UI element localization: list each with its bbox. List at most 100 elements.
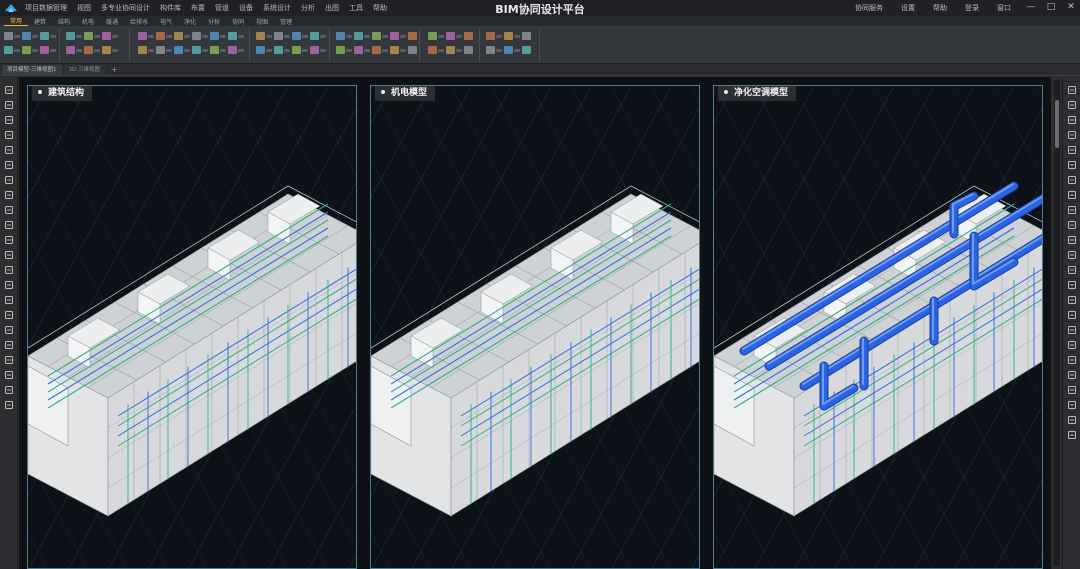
ribbon-tool-icon[interactable] bbox=[336, 46, 345, 54]
doc-tab-3d-view[interactable]: 3D 三维视图 bbox=[63, 64, 105, 75]
tool-button-icon[interactable] bbox=[4, 325, 14, 335]
ribbon-tool-icon[interactable] bbox=[504, 32, 513, 40]
right-menu-item[interactable]: 设置 bbox=[892, 3, 924, 13]
ribbon-tool-icon[interactable] bbox=[292, 46, 301, 54]
tool-button-icon[interactable] bbox=[1067, 340, 1077, 350]
ribbon-tool-icon[interactable] bbox=[156, 32, 165, 40]
close-button[interactable]: ✕ bbox=[1066, 2, 1076, 12]
ribbon-tool-icon[interactable] bbox=[256, 46, 265, 54]
ribbon-tool-icon[interactable] bbox=[522, 46, 531, 54]
tool-button-icon[interactable] bbox=[4, 85, 14, 95]
ribbon-tool-icon[interactable] bbox=[192, 46, 201, 54]
tool-button-icon[interactable] bbox=[4, 355, 14, 365]
tool-button-icon[interactable] bbox=[4, 385, 14, 395]
add-tab-button[interactable]: + bbox=[111, 65, 118, 74]
ribbon-tool-icon[interactable] bbox=[354, 46, 363, 54]
doc-tab-model[interactable]: 项目模型-三维视图1 bbox=[2, 64, 62, 75]
ribbon-tool-icon[interactable] bbox=[372, 32, 381, 40]
ribbon-tool-icon[interactable] bbox=[156, 46, 165, 54]
scroll-thumb[interactable] bbox=[1055, 100, 1059, 148]
tool-button-icon[interactable] bbox=[1067, 310, 1077, 320]
tool-button-icon[interactable] bbox=[1067, 130, 1077, 140]
ribbon-tool-icon[interactable] bbox=[390, 32, 399, 40]
ribbon-tool-icon[interactable] bbox=[40, 32, 49, 40]
tool-button-icon[interactable] bbox=[1067, 205, 1077, 215]
ribbon-tool-icon[interactable] bbox=[174, 32, 183, 40]
tool-button-icon[interactable] bbox=[4, 280, 14, 290]
ribbon-tab[interactable]: 暖通 bbox=[100, 17, 124, 26]
ribbon-tab[interactable]: 视图 bbox=[250, 17, 274, 26]
tool-button-icon[interactable] bbox=[1067, 385, 1077, 395]
ribbon-tool-icon[interactable] bbox=[446, 32, 455, 40]
tool-button-icon[interactable] bbox=[1067, 400, 1077, 410]
menu-item[interactable]: 管道 bbox=[210, 3, 234, 13]
menu-item[interactable]: 布置 bbox=[186, 3, 210, 13]
ribbon-tab[interactable]: 协同 bbox=[226, 17, 250, 26]
tool-button-icon[interactable] bbox=[4, 175, 14, 185]
ribbon-tool-icon[interactable] bbox=[372, 46, 381, 54]
ribbon-tool-icon[interactable] bbox=[486, 32, 495, 40]
ribbon-tool-icon[interactable] bbox=[40, 46, 49, 54]
tool-button-icon[interactable] bbox=[4, 400, 14, 410]
panel-mep-model[interactable]: 机电模型 bbox=[370, 85, 700, 569]
ribbon-tool-icon[interactable] bbox=[446, 46, 455, 54]
ribbon-tool-icon[interactable] bbox=[4, 32, 13, 40]
menu-item[interactable]: 多专业协同设计 bbox=[96, 3, 155, 13]
ribbon-tool-icon[interactable] bbox=[210, 46, 219, 54]
tool-button-icon[interactable] bbox=[1067, 265, 1077, 275]
tool-button-icon[interactable] bbox=[1067, 160, 1077, 170]
right-menu-item[interactable]: 窗口 bbox=[988, 3, 1020, 13]
ribbon-tool-icon[interactable] bbox=[210, 32, 219, 40]
tool-button-icon[interactable] bbox=[1067, 145, 1077, 155]
menu-item[interactable]: 出图 bbox=[320, 3, 344, 13]
3d-viewport[interactable]: 建筑结构 机电模型 净化空调模型 bbox=[19, 77, 1051, 569]
ribbon-tool-icon[interactable] bbox=[354, 32, 363, 40]
ribbon-tool-icon[interactable] bbox=[504, 46, 513, 54]
tool-button-icon[interactable] bbox=[1067, 325, 1077, 335]
ribbon-tool-icon[interactable] bbox=[102, 46, 111, 54]
tool-button-icon[interactable] bbox=[4, 130, 14, 140]
panel-clean-hvac-model[interactable]: 净化空调模型 bbox=[713, 85, 1043, 569]
tool-button-icon[interactable] bbox=[4, 310, 14, 320]
tool-button-icon[interactable] bbox=[1067, 235, 1077, 245]
ribbon-tool-icon[interactable] bbox=[228, 46, 237, 54]
tool-button-icon[interactable] bbox=[4, 340, 14, 350]
ribbon-tool-icon[interactable] bbox=[310, 46, 319, 54]
tool-button-icon[interactable] bbox=[1067, 280, 1077, 290]
ribbon-tool-icon[interactable] bbox=[292, 32, 301, 40]
panel-architecture-structure[interactable]: 建筑结构 bbox=[27, 85, 357, 569]
tool-button-icon[interactable] bbox=[1067, 100, 1077, 110]
maximize-button[interactable]: □ bbox=[1046, 2, 1056, 12]
tool-button-icon[interactable] bbox=[4, 265, 14, 275]
ribbon-tool-icon[interactable] bbox=[310, 32, 319, 40]
tool-button-icon[interactable] bbox=[4, 295, 14, 305]
menu-item[interactable]: 设备 bbox=[234, 3, 258, 13]
menu-item[interactable]: 帮助 bbox=[368, 3, 392, 13]
tool-button-icon[interactable] bbox=[1067, 85, 1077, 95]
tool-button-icon[interactable] bbox=[1067, 355, 1077, 365]
ribbon-tool-icon[interactable] bbox=[4, 46, 13, 54]
ribbon-tool-icon[interactable] bbox=[256, 32, 265, 40]
tool-button-icon[interactable] bbox=[4, 250, 14, 260]
ribbon-tool-icon[interactable] bbox=[408, 32, 417, 40]
tool-button-icon[interactable] bbox=[1067, 175, 1077, 185]
tool-button-icon[interactable] bbox=[4, 235, 14, 245]
ribbon-tab[interactable]: 电气 bbox=[154, 17, 178, 26]
ribbon-tool-icon[interactable] bbox=[22, 32, 31, 40]
menu-item[interactable]: 项目数据管理 bbox=[20, 3, 72, 13]
ribbon-tab[interactable]: 建筑 bbox=[28, 17, 52, 26]
tool-button-icon[interactable] bbox=[4, 115, 14, 125]
tool-button-icon[interactable] bbox=[1067, 190, 1077, 200]
right-menu-item[interactable]: 登录 bbox=[956, 3, 988, 13]
tool-button-icon[interactable] bbox=[1067, 370, 1077, 380]
tool-button-icon[interactable] bbox=[1067, 295, 1077, 305]
ribbon-tab[interactable]: 常用 bbox=[4, 16, 29, 26]
tool-button-icon[interactable] bbox=[4, 100, 14, 110]
ribbon-tool-icon[interactable] bbox=[228, 32, 237, 40]
ribbon-tool-icon[interactable] bbox=[274, 46, 283, 54]
tool-button-icon[interactable] bbox=[1067, 220, 1077, 230]
tool-button-icon[interactable] bbox=[1067, 430, 1077, 440]
vertical-scrollbar[interactable] bbox=[1054, 80, 1060, 566]
right-menu-item[interactable]: 协同服务 bbox=[846, 3, 892, 13]
ribbon-tab[interactable]: 结构 bbox=[52, 17, 76, 26]
